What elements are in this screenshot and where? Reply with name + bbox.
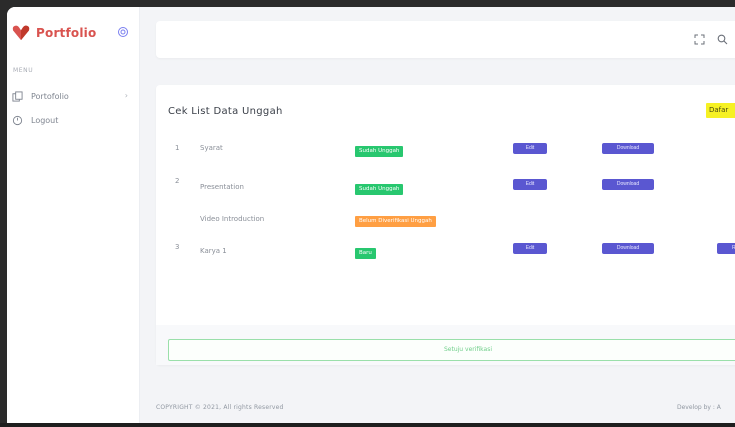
verify-button[interactable]: Setuju verifikasi bbox=[168, 339, 735, 361]
download-button[interactable]: Download bbox=[602, 179, 654, 190]
brand[interactable]: Portfolio bbox=[12, 24, 96, 42]
table-row: 2 Presentation Sudah Unggah Edit Downloa… bbox=[156, 177, 735, 195]
chevron-right-icon: › bbox=[124, 91, 128, 100]
logout-icon bbox=[12, 115, 23, 125]
brand-name: Portfolio bbox=[36, 26, 97, 40]
sidebar-item-label: Logout bbox=[31, 115, 59, 125]
copy-icon bbox=[12, 90, 23, 102]
table-row: Video Introduction Belum Diverifikasi Un… bbox=[156, 215, 735, 229]
sidebar-item-portofolio[interactable]: Portofolio › bbox=[12, 89, 132, 103]
row-name: Presentation bbox=[200, 183, 244, 191]
revision-button[interactable]: Revi bbox=[717, 243, 735, 254]
top-navbar bbox=[156, 21, 735, 58]
fullscreen-icon[interactable] bbox=[694, 34, 705, 45]
card-badge[interactable]: Dafar bbox=[706, 103, 735, 118]
edit-button[interactable]: Edit bbox=[513, 243, 547, 254]
card-title: Cek List Data Unggah bbox=[168, 106, 283, 117]
row-name: Karya 1 bbox=[200, 247, 227, 255]
table-row: 3 Karya 1 Baru Edit Download Revi bbox=[156, 243, 735, 259]
menu-toggle-icon[interactable] bbox=[117, 26, 129, 38]
bottom-edge bbox=[0, 423, 735, 427]
credit-text: Develop by : A bbox=[677, 404, 721, 411]
status-badge: Sudah Unggah bbox=[355, 146, 404, 157]
edit-button[interactable]: Edit bbox=[513, 143, 547, 154]
edit-button[interactable]: Edit bbox=[513, 179, 547, 190]
sidebar: Portfolio MENU Portofolio › Logout bbox=[7, 7, 140, 424]
row-name: Video Introduction bbox=[200, 215, 265, 223]
row-number: 3 bbox=[175, 243, 180, 251]
menu-section-label: MENU bbox=[13, 67, 34, 74]
row-number: 2 bbox=[175, 177, 180, 185]
sidebar-item-logout[interactable]: Logout bbox=[12, 113, 132, 127]
copyright-text: COPYRIGHT © 2021, All rights Reserved bbox=[156, 404, 284, 411]
status-badge: Sudah Unggah bbox=[355, 184, 404, 195]
status-badge: Belum Diverifikasi Unggah bbox=[355, 216, 436, 227]
app-window: Portfolio MENU Portofolio › Logout Cek L… bbox=[7, 7, 735, 424]
download-button[interactable]: Download bbox=[602, 243, 654, 254]
heart-logo-icon bbox=[12, 25, 30, 41]
search-icon[interactable] bbox=[717, 34, 728, 45]
status-badge: Baru bbox=[355, 248, 376, 259]
sidebar-item-label: Portofolio bbox=[31, 91, 69, 101]
checklist-card: Cek List Data Unggah Dafar 1 Syarat Suda… bbox=[156, 85, 735, 365]
row-number: 1 bbox=[175, 144, 180, 152]
table-row: 1 Syarat Sudah Unggah Edit Download bbox=[156, 143, 735, 157]
row-name: Syarat bbox=[200, 144, 223, 152]
download-button[interactable]: Download bbox=[602, 143, 654, 154]
